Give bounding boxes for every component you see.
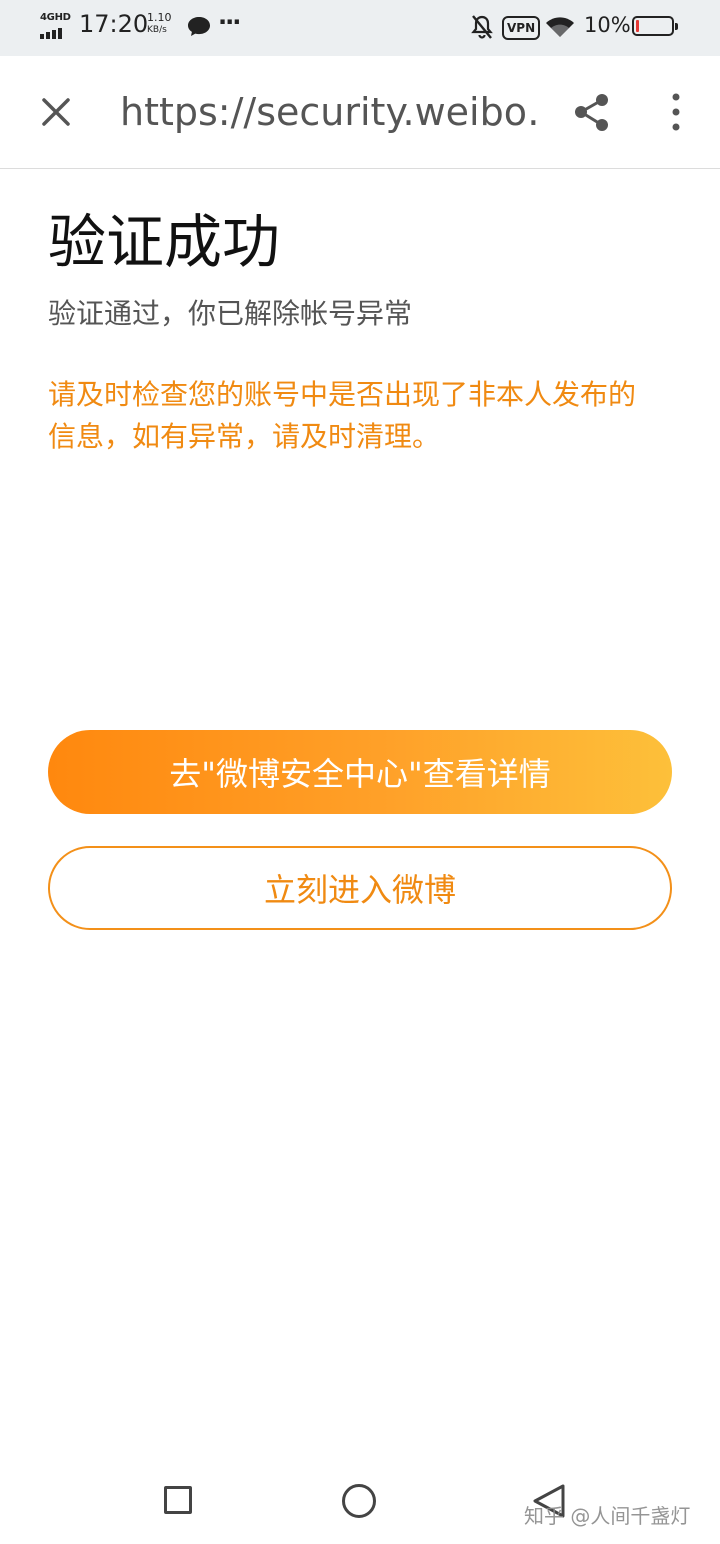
muted-bell-icon <box>470 14 494 44</box>
share-icon[interactable] <box>572 92 612 132</box>
status-message: 验证通过，你已解除帐号异常 <box>48 297 413 330</box>
url-display[interactable]: https://security.weibo… <box>120 86 536 138</box>
more-notifications-icon: ··· <box>218 8 241 36</box>
network-speed-unit: KB/s <box>147 25 167 35</box>
battery-level-fill <box>636 20 639 32</box>
network-speed-value: 1.10 <box>147 11 172 24</box>
battery-percent: 10% <box>584 13 631 37</box>
status-bar: 4GHD 17:20 1.10 KB/s ··· VPN 10% <box>0 0 720 56</box>
close-icon[interactable] <box>36 92 76 132</box>
status-time: 17:20 <box>79 10 149 38</box>
page-title: 验证成功 <box>48 208 281 276</box>
security-center-button[interactable]: 去"微博安全中心"查看详情 <box>48 730 672 814</box>
browser-toolbar: https://security.weibo… <box>0 56 720 169</box>
vpn-badge: VPN <box>502 16 541 40</box>
security-warning: 请及时检查您的账号中是否出现了非本人发布的信息，如有异常，请及时清理。 <box>48 378 637 453</box>
watermark: 知乎 @人间千盏灯 <box>524 1504 691 1528</box>
network-type-label: 4GHD <box>40 12 71 23</box>
signal-bars-icon <box>40 28 62 39</box>
wifi-icon <box>545 15 575 43</box>
recent-apps-icon[interactable] <box>164 1486 192 1514</box>
network-speed: 1.10 KB/s <box>147 11 172 36</box>
system-nav-bar: 知乎 @人间千盏灯 <box>0 1456 720 1544</box>
enter-weibo-button[interactable]: 立刻进入微博 <box>48 846 672 930</box>
signal-indicator: 4GHD <box>40 12 71 40</box>
wechat-icon <box>186 15 212 43</box>
battery-icon <box>632 16 678 36</box>
more-vert-icon[interactable] <box>664 92 688 132</box>
home-icon[interactable] <box>342 1484 376 1518</box>
